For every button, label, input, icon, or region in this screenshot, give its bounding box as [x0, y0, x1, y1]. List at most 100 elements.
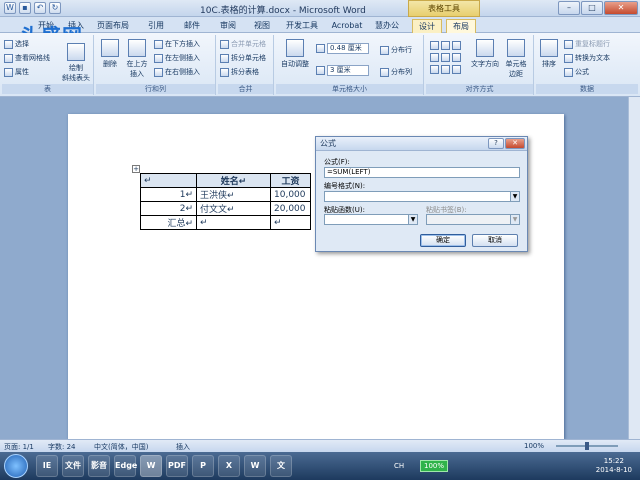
- split-cells-button[interactable]: 拆分单元格: [220, 53, 266, 63]
- page-count[interactable]: 页面: 1/1: [4, 442, 34, 452]
- repeat-header-button[interactable]: 重复标题行: [564, 39, 610, 49]
- tab-references[interactable]: 引用: [142, 19, 170, 33]
- table-cell[interactable]: ↵: [140, 173, 197, 188]
- table-cell[interactable]: 2↵: [140, 201, 197, 216]
- align-center-icon[interactable]: [441, 53, 450, 62]
- chevron-down-icon[interactable]: ▼: [408, 215, 417, 224]
- cell-margins-icon: [507, 39, 525, 57]
- taskbar-app-powerpoint[interactable]: P: [192, 455, 214, 477]
- redo-icon[interactable]: ↻: [49, 2, 61, 14]
- taskbar-app-pdf[interactable]: PDF: [166, 455, 188, 477]
- insert-below-button[interactable]: 在下方插入: [154, 39, 200, 49]
- distribute-cols-button[interactable]: 分布列: [380, 67, 412, 77]
- align-bottom-left-icon[interactable]: [430, 65, 439, 74]
- tab-design[interactable]: 设计: [412, 19, 442, 33]
- tab-review[interactable]: 审阅: [214, 19, 242, 33]
- insert-mode[interactable]: 插入: [176, 442, 190, 452]
- text-direction-button[interactable]: 文字方向: [470, 39, 500, 69]
- align-middle-left-icon[interactable]: [430, 53, 439, 62]
- maximize-button[interactable]: □: [581, 1, 603, 15]
- start-button[interactable]: [4, 454, 28, 478]
- cell-margins-button[interactable]: 单元格 边距: [502, 39, 530, 79]
- select-button[interactable]: 选择: [4, 39, 29, 49]
- taskbar-app-browser[interactable]: Edge: [114, 455, 137, 477]
- table-cell[interactable]: 工资: [270, 173, 311, 188]
- close-button[interactable]: ✕: [604, 1, 638, 15]
- word-logo-icon[interactable]: W: [4, 2, 16, 14]
- ok-button[interactable]: 确定: [420, 234, 466, 247]
- view-gridlines-button[interactable]: 查看网格线: [4, 53, 50, 63]
- dialog-help-button[interactable]: ?: [488, 138, 504, 149]
- word-count[interactable]: 字数: 24: [48, 442, 76, 452]
- taskbar-app-word2[interactable]: W: [244, 455, 266, 477]
- table-cell[interactable]: 1↵: [140, 187, 197, 202]
- draw-diagonal-header-button[interactable]: 绘制 斜线表头: [60, 43, 92, 83]
- tab-huibangong[interactable]: 慧办公: [370, 19, 404, 33]
- zoom-slider[interactable]: [556, 442, 618, 450]
- tab-page-layout[interactable]: 页面布局: [92, 19, 134, 33]
- insert-left-icon: [154, 53, 163, 63]
- align-top-right-icon[interactable]: [452, 41, 461, 50]
- sort-button[interactable]: 排序: [538, 39, 560, 69]
- distribute-rows-button[interactable]: 分布行: [380, 45, 412, 55]
- dialog-close-button[interactable]: ✕: [505, 138, 525, 149]
- align-bottom-center-icon[interactable]: [441, 65, 450, 74]
- formula-button[interactable]: 公式: [564, 67, 589, 77]
- row-height-value[interactable]: 0.48 厘米: [327, 43, 369, 54]
- formula-input[interactable]: =SUM(LEFT): [324, 167, 520, 178]
- table-cell[interactable]: 姓名↵: [196, 173, 271, 188]
- select-icon: [4, 39, 13, 49]
- table-cell[interactable]: 付文文↵: [196, 201, 271, 216]
- properties-button[interactable]: 属性: [4, 67, 29, 77]
- tab-layout[interactable]: 布局: [446, 19, 476, 33]
- align-middle-right-icon[interactable]: [452, 53, 461, 62]
- align-grid[interactable]: [430, 41, 461, 50]
- insert-above-button[interactable]: 在上方 插入: [124, 39, 150, 79]
- table-cell[interactable]: ↵: [270, 215, 311, 230]
- align-top-left-icon[interactable]: [430, 41, 439, 50]
- zoom-slider-thumb[interactable]: [585, 442, 589, 450]
- table-cell[interactable]: ↵: [196, 215, 271, 230]
- undo-icon[interactable]: ↶: [34, 2, 46, 14]
- paste-function-select[interactable]: ▼: [324, 214, 418, 225]
- autofit-button[interactable]: 自动调整: [278, 39, 312, 69]
- save-icon[interactable]: ▪: [19, 2, 31, 14]
- tab-view[interactable]: 视图: [248, 19, 276, 33]
- table-move-handle-icon[interactable]: +: [132, 165, 140, 173]
- clock[interactable]: 15:22 2014-8-10: [596, 457, 632, 475]
- tab-acrobat[interactable]: Acrobat: [328, 19, 366, 33]
- insert-right-button[interactable]: 在右侧插入: [154, 67, 200, 77]
- convert-to-text-button[interactable]: 转换为文本: [564, 53, 610, 63]
- cancel-button[interactable]: 取消: [472, 234, 518, 247]
- split-table-button[interactable]: 拆分表格: [220, 67, 259, 77]
- table-cell[interactable]: 20,000: [270, 201, 311, 216]
- zoom-level[interactable]: 100%: [524, 442, 544, 450]
- properties-label: 属性: [15, 68, 29, 76]
- table-cell[interactable]: 10,000: [270, 187, 311, 202]
- taskbar-app-word[interactable]: W: [140, 455, 162, 477]
- minimize-button[interactable]: –: [558, 1, 580, 15]
- align-bottom-right-icon[interactable]: [452, 65, 461, 74]
- table-cell[interactable]: 汇总↵: [140, 215, 197, 230]
- delete-button[interactable]: 删除: [98, 39, 122, 69]
- battery-indicator[interactable]: 100%: [420, 460, 448, 472]
- language-indicator[interactable]: 中文(简体，中国): [94, 442, 148, 452]
- insert-left-button[interactable]: 在左侧插入: [154, 53, 200, 63]
- vertical-scrollbar[interactable]: [628, 97, 640, 439]
- merge-cells-button[interactable]: 合并单元格: [220, 39, 266, 49]
- taskbar-app-ie[interactable]: IE: [36, 455, 58, 477]
- tab-developer[interactable]: 开发工具: [282, 19, 322, 33]
- table-cell[interactable]: 王洪侠↵: [196, 187, 271, 202]
- number-format-select[interactable]: ▼: [324, 191, 520, 202]
- chevron-down-icon[interactable]: ▼: [510, 192, 519, 201]
- taskbar-app-media[interactable]: 影音: [88, 455, 110, 477]
- taskbar-app-notes[interactable]: 文: [270, 455, 292, 477]
- column-width-value[interactable]: 3 厘米: [327, 65, 369, 76]
- column-width-field[interactable]: 3 厘米: [316, 65, 369, 76]
- ime-indicator[interactable]: CH: [394, 462, 404, 470]
- taskbar-app-excel[interactable]: X: [218, 455, 240, 477]
- tab-mailings[interactable]: 邮件: [178, 19, 206, 33]
- align-top-center-icon[interactable]: [441, 41, 450, 50]
- row-height-field[interactable]: 0.48 厘米: [316, 43, 369, 54]
- taskbar-app-explorer[interactable]: 文件: [62, 455, 84, 477]
